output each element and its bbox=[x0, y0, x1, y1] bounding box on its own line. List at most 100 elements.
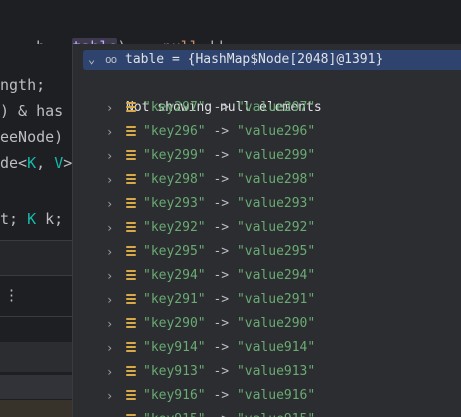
list-item[interactable]: › "key298" -> "value298" bbox=[73, 168, 461, 192]
expand-chevron-icon[interactable]: › bbox=[106, 264, 116, 288]
expand-chevron-icon[interactable]: › bbox=[106, 216, 116, 240]
field-icon bbox=[126, 294, 136, 306]
list-item[interactable]: › "key290" -> "value290" bbox=[73, 312, 461, 336]
list-item[interactable]: › "key291" -> "value291" bbox=[73, 288, 461, 312]
code-line: de<K, V> bbox=[0, 154, 72, 172]
list-item[interactable]: › "key297" -> "value297" bbox=[73, 96, 461, 120]
entry-arrow: -> bbox=[213, 268, 230, 283]
entry-value: "value295" bbox=[236, 244, 316, 259]
entry-key: "key298" bbox=[143, 172, 206, 187]
list-item[interactable]: › "key294" -> "value294" bbox=[73, 264, 461, 288]
list-item[interactable]: › "key915" -> "value915" bbox=[73, 408, 461, 417]
entry-text: "key914" -> "value914" bbox=[143, 336, 315, 360]
list-item[interactable]: › "key914" -> "value914" bbox=[73, 336, 461, 360]
list-item[interactable]: › "key293" -> "value293" bbox=[73, 192, 461, 216]
entry-arrow: -> bbox=[213, 316, 230, 331]
expand-chevron-icon[interactable]: › bbox=[106, 120, 116, 144]
debugger-value-popup[interactable]: ⌄ oo table = {HashMap$Node[2048]@1391} N… bbox=[72, 44, 461, 417]
list-item[interactable]: › "key296" -> "value296" bbox=[73, 120, 461, 144]
field-icon bbox=[126, 126, 136, 138]
entry-key: "key296" bbox=[143, 124, 206, 139]
code-line: ngth; bbox=[0, 76, 46, 94]
entry-text: "key916" -> "value916" bbox=[143, 384, 315, 408]
entry-key: "key299" bbox=[143, 148, 206, 163]
expand-chevron-icon[interactable]: › bbox=[106, 360, 116, 384]
list-item[interactable]: › "key916" -> "value916" bbox=[73, 384, 461, 408]
expand-chevron-icon[interactable]: › bbox=[106, 312, 116, 336]
entry-value: "value296" bbox=[236, 124, 316, 139]
expand-chevron-icon[interactable]: › bbox=[106, 96, 116, 120]
entry-value: "value298" bbox=[236, 172, 316, 187]
editor-code-area[interactable]: b = table) == null || bbox=[0, 0, 461, 56]
expand-chevron-icon[interactable]: › bbox=[106, 408, 116, 417]
entry-arrow: -> bbox=[213, 388, 230, 403]
expand-chevron-icon[interactable]: › bbox=[106, 384, 116, 408]
entry-text: "key297" -> "value297" bbox=[143, 96, 315, 120]
entry-key: "key291" bbox=[143, 292, 206, 307]
panel-band bbox=[0, 400, 72, 417]
expand-chevron-icon[interactable]: › bbox=[106, 192, 116, 216]
divider bbox=[0, 275, 72, 276]
entry-value: "value291" bbox=[236, 292, 316, 307]
kebab-menu-icon[interactable]: ⋮ bbox=[4, 286, 19, 304]
entry-value: "value293" bbox=[236, 196, 316, 211]
entry-key: "key297" bbox=[143, 100, 206, 115]
entry-value: "value297" bbox=[236, 100, 316, 115]
expand-chevron-icon[interactable]: › bbox=[106, 288, 116, 312]
popup-scrollbar[interactable] bbox=[454, 44, 461, 417]
entry-arrow: -> bbox=[213, 172, 230, 187]
entry-text: "key299" -> "value299" bbox=[143, 144, 315, 168]
entry-key: "key294" bbox=[143, 268, 206, 283]
field-icon bbox=[126, 366, 136, 378]
entry-value: "value913" bbox=[236, 364, 316, 379]
glasses-icon: oo bbox=[105, 53, 117, 66]
entry-arrow: -> bbox=[213, 412, 229, 417]
entry-value: "value292" bbox=[236, 220, 316, 235]
entry-text: "key294" -> "value294" bbox=[143, 264, 315, 288]
expand-chevron-icon[interactable]: › bbox=[106, 168, 116, 192]
entry-value: "value290" bbox=[236, 316, 316, 331]
divider bbox=[0, 316, 72, 317]
field-icon bbox=[126, 318, 136, 330]
expand-chevron-icon[interactable]: › bbox=[106, 144, 116, 168]
entry-arrow: -> bbox=[213, 196, 230, 211]
panel-band bbox=[0, 241, 72, 275]
entry-arrow: -> bbox=[213, 124, 230, 139]
entry-text: "key292" -> "value292" bbox=[143, 216, 315, 240]
entry-key: "key292" bbox=[143, 220, 206, 235]
entry-arrow: -> bbox=[213, 292, 230, 307]
code-line: t; K k; bbox=[0, 210, 64, 228]
field-icon bbox=[126, 246, 136, 258]
entry-key: "key290" bbox=[143, 316, 206, 331]
field-icon bbox=[126, 222, 136, 234]
list-item[interactable]: › "key299" -> "value299" bbox=[73, 144, 461, 168]
entry-text: "key913" -> "value913" bbox=[143, 360, 315, 384]
popup-selected-row[interactable]: ⌄ oo table = {HashMap$Node[2048]@1391} bbox=[83, 50, 461, 70]
entry-text: "key290" -> "value290" bbox=[143, 312, 315, 336]
entry-key: "key293" bbox=[143, 196, 206, 211]
entry-value: "value914" bbox=[236, 340, 316, 355]
entry-text: "key291" -> "value291" bbox=[143, 288, 315, 312]
field-icon bbox=[126, 102, 136, 114]
entry-text: "key296" -> "value296" bbox=[143, 120, 315, 144]
entry-value: "value916" bbox=[236, 388, 316, 403]
list-item[interactable]: › "key292" -> "value292" bbox=[73, 216, 461, 240]
entry-arrow: -> bbox=[213, 148, 230, 163]
expand-chevron-icon[interactable]: › bbox=[106, 336, 116, 360]
editor-partial-pane: ngth; ) & has eeNode) de<K, V> t; K k; ⋮ bbox=[0, 44, 72, 417]
entry-key: "key295" bbox=[143, 244, 206, 259]
expand-chevron-icon[interactable]: ⌄ bbox=[88, 50, 95, 68]
entry-key: "key914" bbox=[143, 340, 206, 355]
popup-header-text: table = {HashMap$Node[2048]@1391} bbox=[125, 52, 384, 67]
entry-text: "key295" -> "value295" bbox=[143, 240, 315, 264]
field-icon bbox=[126, 390, 136, 402]
entry-key: "key916" bbox=[143, 388, 206, 403]
entry-text: "key293" -> "value293" bbox=[143, 192, 315, 216]
list-item[interactable]: › "key295" -> "value295" bbox=[73, 240, 461, 264]
field-icon bbox=[126, 174, 136, 186]
entry-arrow: -> bbox=[213, 364, 230, 379]
info-row: Not showing null elements bbox=[73, 72, 461, 115]
list-item[interactable]: › "key913" -> "value913" bbox=[73, 360, 461, 384]
entry-text: "key298" -> "value298" bbox=[143, 168, 315, 192]
expand-chevron-icon[interactable]: › bbox=[106, 240, 116, 264]
